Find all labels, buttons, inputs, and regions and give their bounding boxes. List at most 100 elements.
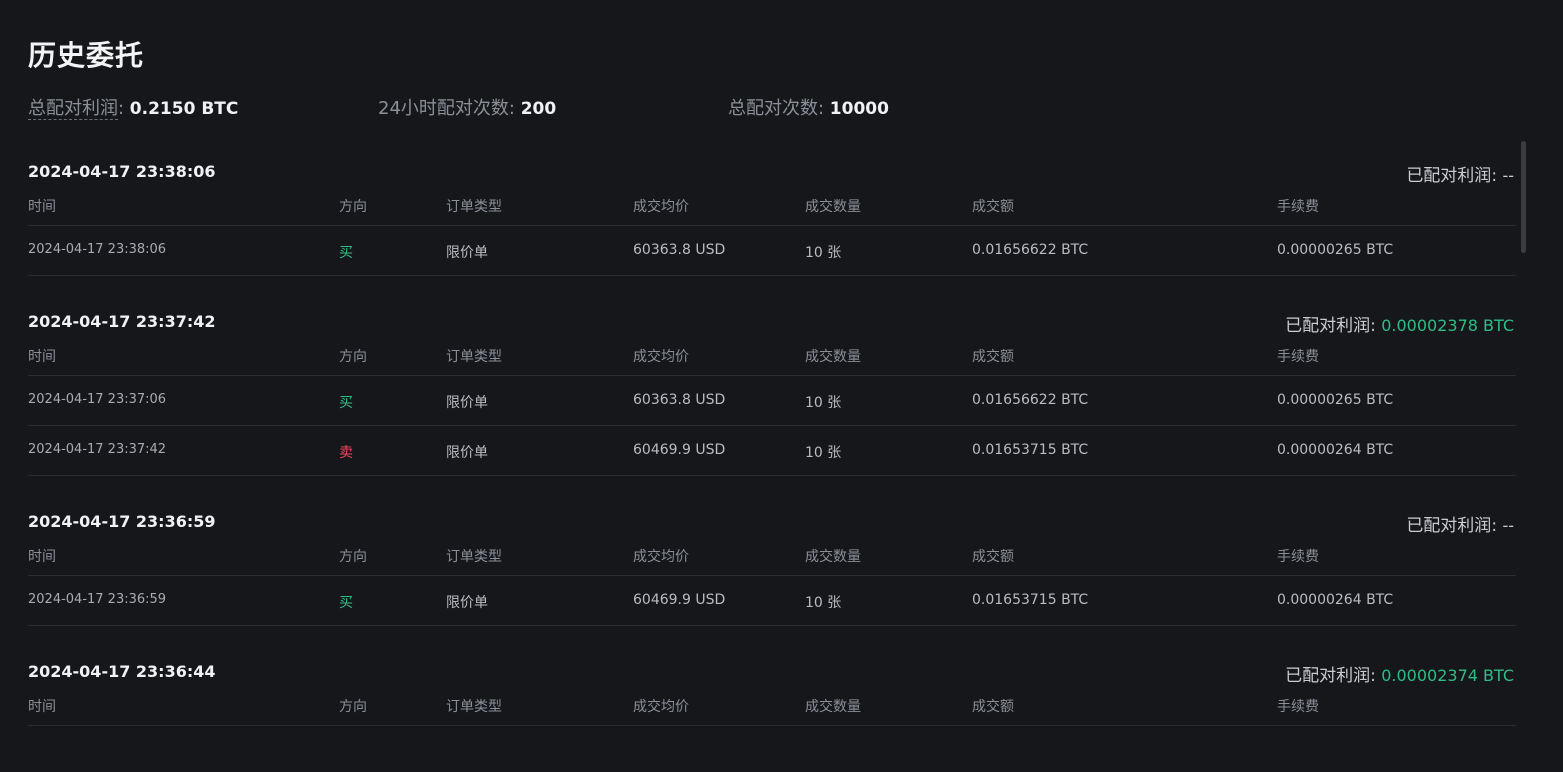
table-row[interactable]: 2024-04-17 23:38:06 买 限价单 60363.8 USD 10 张 0.… (28, 226, 1516, 276)
row-side: 买 (339, 245, 353, 261)
order-group-header: 2024-04-17 23:36:59 已配对利润: -- (28, 500, 1516, 544)
row-side: 卖 (339, 445, 353, 461)
group-paired-profit: 已配对利润: 0.00002374 BTC (1285, 666, 1514, 686)
row-side: 买 (339, 395, 353, 411)
row-amount: 0.01656622 BTC (972, 392, 1089, 408)
col-header-fee: 手续费 (1277, 199, 1319, 215)
col-header-avg-price: 成交均价 (633, 349, 689, 365)
stat-value: 200 (520, 99, 557, 119)
row-avg-price: 60363.8 USD (633, 392, 726, 408)
col-header-fee: 手续费 (1277, 699, 1319, 715)
row-quantity: 10 张 (805, 395, 842, 411)
row-avg-price: 60469.9 USD (633, 442, 726, 458)
table-row[interactable]: 2024-04-17 23:37:42 卖 限价单 60469.9 USD 10 张 0.… (28, 426, 1516, 476)
stat-label: 总配对次数 (728, 98, 818, 119)
group-paired-profit: 已配对利润: -- (1406, 166, 1514, 186)
col-header-side: 方向 (339, 199, 367, 215)
stat-label: 24小时配对次数 (378, 98, 509, 119)
row-order-type: 限价单 (446, 445, 488, 461)
order-group: 2024-04-17 23:37:42 已配对利润: 0.00002378 BTC… (28, 300, 1516, 500)
paired-profit-value: 0.00002378 BTC (1381, 316, 1514, 335)
stat-value: 0.2150 BTC (129, 99, 239, 119)
stat-label[interactable]: 总配对利润 (28, 98, 118, 120)
col-header-side: 方向 (339, 699, 367, 715)
order-group-header: 2024-04-17 23:36:44 已配对利润: 0.00002374 BTC (28, 650, 1516, 694)
col-header-amount: 成交额 (972, 549, 1014, 565)
col-header-quantity: 成交数量 (805, 549, 861, 565)
col-header-fee: 手续费 (1277, 349, 1319, 365)
history-orders-page: 历史委托 总配对利润: 0.2150 BTC 24小时配对次数: 200 总配对… (0, 0, 1563, 772)
row-avg-price: 60469.9 USD (633, 592, 726, 608)
row-amount: 0.01656622 BTC (972, 242, 1089, 258)
col-header-amount: 成交额 (972, 349, 1014, 365)
row-order-type: 限价单 (446, 395, 488, 411)
row-quantity: 10 张 (805, 595, 842, 611)
col-header-avg-price: 成交均价 (633, 199, 689, 215)
row-fee: 0.00000264 BTC (1277, 592, 1394, 608)
row-fee: 0.00000265 BTC (1277, 242, 1394, 258)
paired-profit-value: -- (1502, 516, 1514, 535)
col-header-order-type: 订单类型 (446, 699, 502, 715)
stat-total-pair-count: 总配对次数: 10000 (728, 98, 889, 119)
group-paired-profit: 已配对利润: 0.00002378 BTC (1285, 316, 1514, 336)
row-time: 2024-04-17 23:37:42 (28, 442, 167, 457)
paired-profit-label: 已配对利润 (1406, 516, 1492, 536)
col-header-avg-price: 成交均价 (633, 549, 689, 565)
group-paired-profit: 已配对利润: -- (1406, 516, 1514, 536)
row-time: 2024-04-17 23:38:06 (28, 242, 167, 257)
row-order-type: 限价单 (446, 595, 488, 611)
order-group: 2024-04-17 23:36:44 已配对利润: 0.00002374 BTC… (28, 650, 1516, 726)
group-time: 2024-04-17 23:38:06 (28, 162, 216, 181)
group-time: 2024-04-17 23:36:44 (28, 662, 216, 681)
col-header-amount: 成交额 (972, 199, 1014, 215)
col-header-order-type: 订单类型 (446, 549, 502, 565)
table-header: 时间 方向 订单类型 成交均价 成交数量 成交额 手续费 (28, 694, 1516, 726)
row-time: 2024-04-17 23:36:59 (28, 592, 167, 607)
col-header-amount: 成交额 (972, 699, 1014, 715)
col-header-order-type: 订单类型 (446, 349, 502, 365)
col-header-time: 时间 (28, 549, 56, 565)
stats-bar: 总配对利润: 0.2150 BTC 24小时配对次数: 200 总配对次数: 1… (28, 94, 1128, 120)
table-row[interactable]: 2024-04-17 23:37:06 买 限价单 60363.8 USD 10 张 0.… (28, 376, 1516, 426)
order-group-list: 2024-04-17 23:38:06 已配对利润: -- 时间 方向 订单类型 成交均价… (28, 150, 1516, 726)
col-header-time: 时间 (28, 699, 56, 715)
row-order-type: 限价单 (446, 245, 488, 261)
paired-profit-label: 已配对利润 (1406, 166, 1492, 186)
col-header-quantity: 成交数量 (805, 349, 861, 365)
group-time: 2024-04-17 23:37:42 (28, 312, 216, 331)
table-row[interactable]: 2024-04-17 23:36:59 买 限价单 60469.9 USD 10 张 0.… (28, 576, 1516, 626)
row-fee: 0.00000265 BTC (1277, 392, 1394, 408)
col-header-fee: 手续费 (1277, 549, 1319, 565)
row-side: 买 (339, 595, 353, 611)
stat-value: 10000 (829, 99, 889, 119)
page-title: 历史委托 (28, 39, 145, 72)
scrollbar-thumb[interactable] (1521, 141, 1526, 253)
row-avg-price: 60363.8 USD (633, 242, 726, 258)
stat-24h-pair-count: 24小时配对次数: 200 (378, 98, 557, 119)
stat-total-profit: 总配对利润: 0.2150 BTC (28, 98, 239, 120)
row-amount: 0.01653715 BTC (972, 592, 1089, 608)
row-quantity: 10 张 (805, 245, 842, 261)
group-time: 2024-04-17 23:36:59 (28, 512, 216, 531)
order-group: 2024-04-17 23:36:59 已配对利润: -- 时间 方向 订单类型 成交均价… (28, 500, 1516, 650)
row-time: 2024-04-17 23:37:06 (28, 392, 167, 407)
col-header-quantity: 成交数量 (805, 699, 861, 715)
order-group: 2024-04-17 23:38:06 已配对利润: -- 时间 方向 订单类型 成交均价… (28, 150, 1516, 300)
row-quantity: 10 张 (805, 445, 842, 461)
order-group-header: 2024-04-17 23:38:06 已配对利润: -- (28, 150, 1516, 194)
paired-profit-value: -- (1502, 166, 1514, 185)
row-amount: 0.01653715 BTC (972, 442, 1089, 458)
paired-profit-value: 0.00002374 BTC (1381, 666, 1514, 685)
table-header: 时间 方向 订单类型 成交均价 成交数量 成交额 手续费 (28, 544, 1516, 576)
order-group-header: 2024-04-17 23:37:42 已配对利润: 0.00002378 BTC (28, 300, 1516, 344)
col-header-quantity: 成交数量 (805, 199, 861, 215)
col-header-time: 时间 (28, 199, 56, 215)
col-header-order-type: 订单类型 (446, 199, 502, 215)
col-header-side: 方向 (339, 349, 367, 365)
table-header: 时间 方向 订单类型 成交均价 成交数量 成交额 手续费 (28, 194, 1516, 226)
paired-profit-label: 已配对利润 (1285, 666, 1371, 686)
row-fee: 0.00000264 BTC (1277, 442, 1394, 458)
